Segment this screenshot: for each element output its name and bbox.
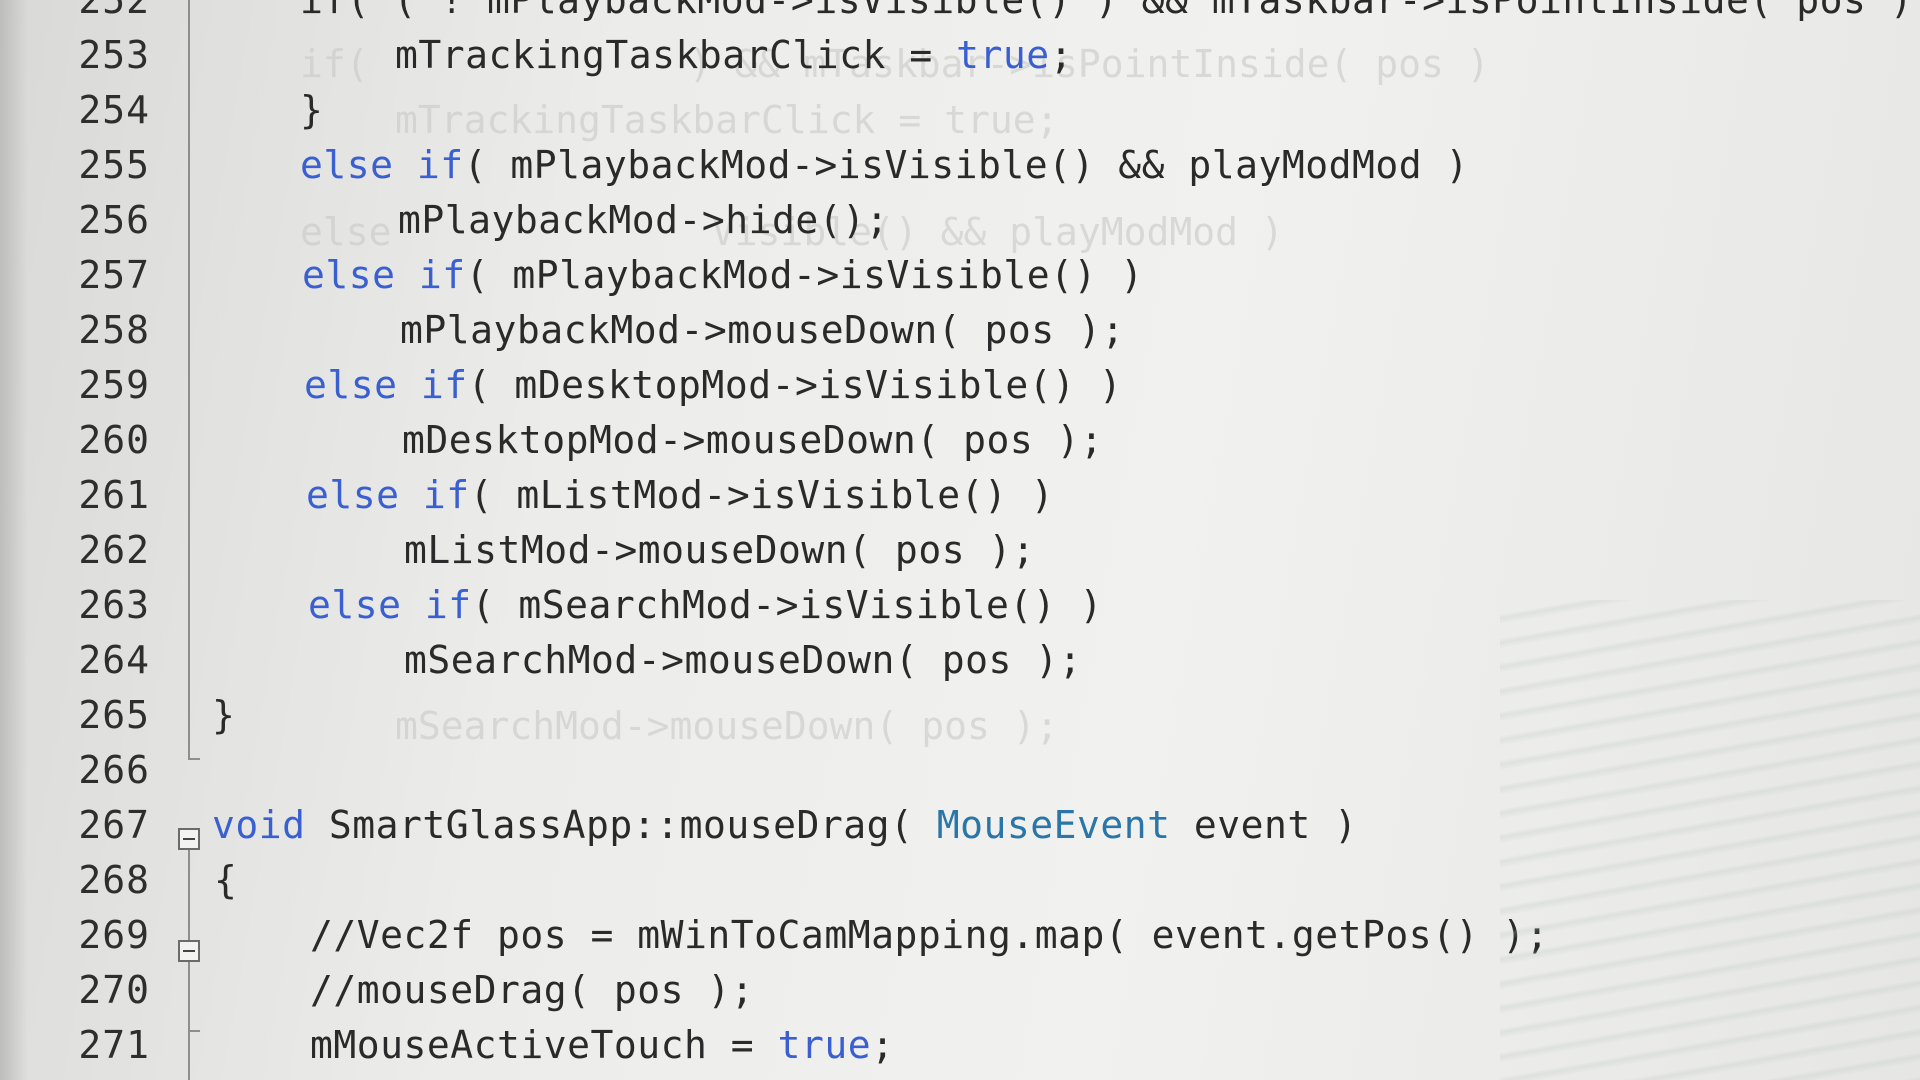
code-text: else if( mSearchMod->isVisible() ) <box>308 577 1103 633</box>
fold-guide-end <box>188 1030 200 1032</box>
code-line[interactable]: 255 else if( mPlaybackMod->isVisible() &&… <box>0 137 1920 193</box>
line-number: 269 <box>78 913 150 957</box>
line-number: 258 <box>78 308 150 352</box>
line-number: 259 <box>78 363 150 407</box>
code-token: } <box>212 693 236 737</box>
code-line[interactable]: 265} <box>0 687 1920 743</box>
code-text: if( ( ! mPlaybackMod->isVisible() ) && m… <box>300 0 1920 28</box>
code-text: mMouseActiveTouch = true; <box>310 1017 894 1073</box>
keyword-token: true <box>956 33 1050 77</box>
line-number: 257 <box>78 253 150 297</box>
code-text: { <box>214 852 237 908</box>
code-line[interactable]: 252 if( ( ! mPlaybackMod->isVisible() ) &… <box>0 0 1920 28</box>
code-text: mTrackingTaskbarClick = true; <box>395 27 1073 83</box>
code-text: else if( mDesktopMod->isVisible() ) <box>304 357 1122 413</box>
line-number: 254 <box>78 88 150 132</box>
line-number: 260 <box>78 418 150 462</box>
line-number: 271 <box>78 1023 150 1067</box>
line-number: 256 <box>78 198 150 242</box>
code-text: //mouseDrag( pos ); <box>310 962 754 1018</box>
line-number: 267 <box>78 803 150 847</box>
code-line[interactable]: 268 { <box>0 852 1920 908</box>
code-token: event ) <box>1170 803 1358 847</box>
code-line[interactable]: 259 else if( mDesktopMod->isVisible() ) <box>0 357 1920 413</box>
code-line[interactable]: 270 //mouseDrag( pos ); <box>0 962 1920 1018</box>
code-token: ( mPlaybackMod->isVisible() ) <box>465 253 1144 297</box>
code-line[interactable]: 263 else if( mSearchMod->isVisible() ) <box>0 577 1920 633</box>
code-text: } <box>212 687 235 743</box>
line-number: 264 <box>78 638 150 682</box>
keyword-token: else if <box>300 143 464 187</box>
code-line[interactable]: 271 mMouseActiveTouch = true; <box>0 1017 1920 1073</box>
code-editor[interactable]: if( ) && mTaskbar->isPointInside( pos ) … <box>0 0 1920 1080</box>
code-token: mListMod->mouseDown( pos ); <box>404 528 1036 572</box>
code-token: ( mSearchMod->isVisible() ) <box>471 583 1103 627</box>
code-text: } <box>300 82 323 138</box>
code-token: } <box>300 88 324 132</box>
line-number: 266 <box>78 748 150 792</box>
code-line[interactable]: 269 //Vec2f pos = mWinToCamMapping.map( e… <box>0 907 1920 963</box>
keyword-token: void <box>212 803 306 847</box>
keyword-token: else if <box>302 253 466 297</box>
line-number: 268 <box>78 858 150 902</box>
keyword-token: else if <box>308 583 472 627</box>
code-token: ( mPlaybackMod->isVisible() && playModMo… <box>463 143 1469 187</box>
code-line[interactable]: 261 else if( mListMod->isVisible() ) <box>0 467 1920 523</box>
code-token: SmartGlassApp::mouseDrag( <box>305 803 937 847</box>
code-token: ( mListMod->isVisible() ) <box>469 473 1055 517</box>
code-token: mPlaybackMod->hide(); <box>398 198 889 242</box>
code-text: mListMod->mouseDown( pos ); <box>404 522 1035 578</box>
keyword-token: else if <box>304 363 468 407</box>
code-text: mPlaybackMod->mouseDown( pos ); <box>400 302 1125 358</box>
code-token: { <box>214 858 238 902</box>
code-text: mSearchMod->mouseDown( pos ); <box>404 632 1082 688</box>
code-token: mSearchMod->mouseDown( pos ); <box>404 638 1082 682</box>
code-line[interactable]: 260 mDesktopMod->mouseDown( pos ); <box>0 412 1920 468</box>
fold-guide <box>188 0 190 760</box>
code-line[interactable]: 262 mListMod->mouseDown( pos ); <box>0 522 1920 578</box>
code-line[interactable]: 267 void SmartGlassApp::mouseDrag( MouseE… <box>0 797 1920 853</box>
code-token: mTrackingTaskbarClick = <box>395 33 957 77</box>
code-text: else if( mPlaybackMod->isVisible() ) <box>302 247 1144 303</box>
line-number: 255 <box>78 143 150 187</box>
code-text: //Vec2f pos = mWinToCamMapping.map( even… <box>310 907 1549 963</box>
code-token: ; <box>871 1023 895 1067</box>
collapse-icon[interactable] <box>178 828 200 850</box>
keyword-token: else if <box>306 473 470 517</box>
code-line[interactable]: 256 mPlaybackMod->hide(); <box>0 192 1920 248</box>
code-line[interactable]: 254} <box>0 82 1920 138</box>
code-line[interactable]: 266 <box>0 742 1920 798</box>
type-token: MouseEvent <box>936 803 1171 847</box>
code-token: mMouseActiveTouch = <box>310 1023 778 1067</box>
code-text: mPlaybackMod->hide(); <box>398 192 889 248</box>
code-token: ; <box>1049 33 1073 77</box>
code-token: //mouseDrag( pos ); <box>310 968 755 1012</box>
code-text: else if( mListMod->isVisible() ) <box>306 467 1054 523</box>
line-number: 263 <box>78 583 150 627</box>
code-line[interactable]: 258 mPlaybackMod->mouseDown( pos ); <box>0 302 1920 358</box>
line-number: 270 <box>78 968 150 1012</box>
code-token: mDesktopMod->mouseDown( pos ); <box>402 418 1104 462</box>
code-text: else if( mPlaybackMod->isVisible() && pl… <box>300 137 1469 193</box>
line-number: 262 <box>78 528 150 572</box>
line-number: 265 <box>78 693 150 737</box>
code-token: if( ( ! mPlaybackMod->isVisible() ) && m… <box>300 0 1920 22</box>
fold-guide <box>188 850 190 1080</box>
line-number: 261 <box>78 473 150 517</box>
keyword-token: true <box>777 1023 872 1067</box>
code-text: void SmartGlassApp::mouseDrag( MouseEven… <box>212 797 1358 853</box>
code-line[interactable]: 257 else if( mPlaybackMod->isVisible() ) <box>0 247 1920 303</box>
code-token: //Vec2f pos = mWinToCamMapping.map( even… <box>310 913 1550 957</box>
fold-guide-end <box>188 758 200 760</box>
line-number: 252 <box>78 0 150 22</box>
code-line[interactable]: 253 mTrackingTaskbarClick = true; <box>0 27 1920 83</box>
code-text: mDesktopMod->mouseDown( pos ); <box>402 412 1103 468</box>
code-token: mPlaybackMod->mouseDown( pos ); <box>400 308 1125 352</box>
collapse-icon[interactable] <box>178 940 200 962</box>
code-line[interactable]: 264 mSearchMod->mouseDown( pos ); <box>0 632 1920 688</box>
line-number: 253 <box>78 33 150 77</box>
code-token: ( mDesktopMod->isVisible() ) <box>467 363 1123 407</box>
